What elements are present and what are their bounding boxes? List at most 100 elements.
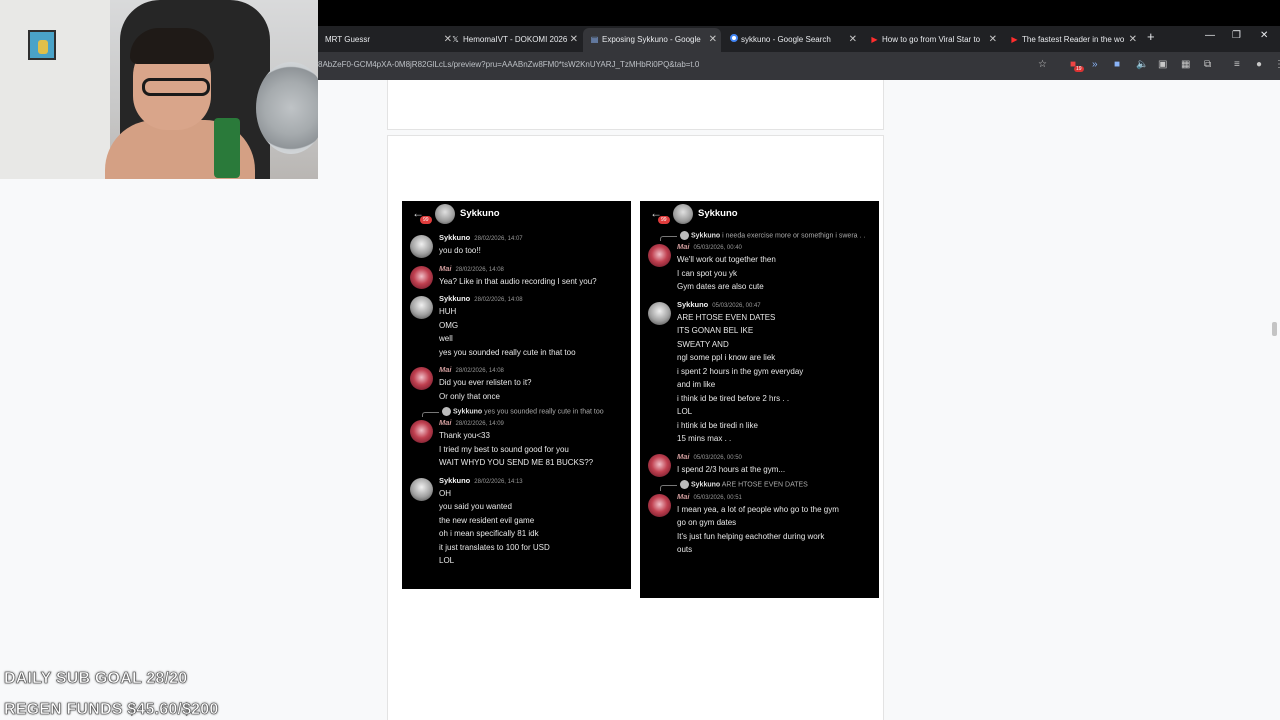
reply-username: Sykkuno bbox=[453, 408, 483, 416]
avatar bbox=[673, 204, 693, 224]
username: Mai bbox=[677, 451, 690, 461]
reply-username: Sykkuno bbox=[691, 232, 721, 240]
docs-icon: ▤ bbox=[590, 35, 599, 44]
tab-exposing-sykkuno[interactable]: ▤ Exposing Sykkuno - Google ✕ bbox=[583, 28, 721, 52]
timestamp: 05/03/2026, 00:51 bbox=[693, 494, 742, 501]
avatar bbox=[410, 420, 433, 444]
message-line: LOL bbox=[439, 556, 455, 566]
message-line: OH bbox=[439, 488, 451, 498]
close-icon[interactable]: ✕ bbox=[849, 28, 857, 52]
message-line: ARE HTOSE EVEN DATES bbox=[677, 312, 776, 322]
username: Sykkuno bbox=[439, 233, 471, 242]
timestamp: 05/03/2026, 00:40 bbox=[693, 245, 742, 252]
extension-icon[interactable]: ▦ bbox=[1181, 59, 1190, 70]
avatar bbox=[410, 367, 433, 390]
extension-icon[interactable]: ▣ bbox=[1158, 59, 1167, 70]
message-line: It's just fun helping eachother during w… bbox=[677, 531, 825, 541]
new-tab-button[interactable]: + bbox=[1147, 29, 1155, 44]
message-list: Sykkuno i needa exercise more or somethi… bbox=[640, 231, 879, 557]
youtube-icon: ▶ bbox=[871, 35, 878, 44]
chat-message: Sykkuno 28/02/2026, 14:08 HUH OMG well yes yo… bbox=[402, 294, 631, 359]
url-text[interactable]: 8AbZeF0-GCM4pXA-0M8jR82GlLcLs/preview?pr… bbox=[318, 60, 699, 69]
tab-label: MRT Guessr bbox=[325, 35, 371, 44]
tab-hemomaivt[interactable]: 𝕏 HemomaIVT - DOKOMI 2026 ✕ bbox=[444, 28, 582, 52]
message-line: it just translates to 100 for USD bbox=[439, 542, 550, 552]
message-line: well bbox=[439, 334, 453, 343]
address-bar[interactable]: 8AbZeF0-GCM4pXA-0M8jR82GlLcLs/preview?pr… bbox=[318, 52, 1280, 80]
close-icon[interactable]: ✕ bbox=[570, 28, 578, 52]
username: Mai bbox=[677, 242, 690, 252]
message-meta: Sykkuno 05/03/2026, 00:47 bbox=[677, 300, 879, 311]
message-meta: Mai 05/03/2026, 00:50 bbox=[677, 452, 879, 463]
message-line: oh i mean specifically 81 idk bbox=[439, 529, 539, 539]
google-icon bbox=[730, 34, 738, 42]
avatar bbox=[648, 244, 671, 268]
close-icon[interactable]: ✕ bbox=[1129, 28, 1137, 52]
tab-label: HemomaIVT - DOKOMI 2026 bbox=[463, 35, 568, 44]
message-line: i think id be tired before 2 hrs . . bbox=[677, 393, 790, 403]
avatar bbox=[410, 235, 433, 258]
cam-wall bbox=[0, 0, 110, 179]
message-line: Gym dates are also cute bbox=[677, 282, 764, 292]
chat-header: ← 99 Sykkuno bbox=[402, 201, 631, 227]
reply-preview: Sykkuno ARE HTOSE EVEN DATES bbox=[640, 480, 879, 491]
extension-icon[interactable]: ■ bbox=[1114, 59, 1120, 70]
message-line: OMG bbox=[439, 320, 459, 330]
close-icon[interactable]: ✕ bbox=[709, 28, 717, 52]
message-line: I tried my best to sound good for you bbox=[439, 444, 569, 454]
message-line: LOL bbox=[677, 407, 693, 417]
username: Sykkuno bbox=[677, 299, 709, 309]
glasses bbox=[142, 78, 210, 96]
avatar bbox=[435, 204, 455, 224]
wall-poster bbox=[28, 30, 56, 60]
media-icon[interactable]: ≡ bbox=[1234, 59, 1240, 70]
message-meta: Sykkuno 28/02/2026, 14:07 bbox=[439, 233, 631, 244]
volume-icon[interactable]: 🔈 bbox=[1136, 59, 1148, 70]
reply-username: Sykkuno bbox=[691, 481, 721, 489]
timestamp: 28/02/2026, 14:07 bbox=[474, 236, 523, 242]
chat-title: Sykkuno bbox=[460, 208, 500, 219]
message-meta: Mai 05/03/2026, 00:51 bbox=[677, 492, 879, 503]
puzzle-icon[interactable]: ⧉ bbox=[1204, 59, 1211, 70]
reply-avatar bbox=[680, 480, 689, 490]
minimize-button[interactable]: — bbox=[1205, 30, 1215, 41]
reply-preview: Sykkuno i needa exercise more or somethi… bbox=[640, 231, 879, 242]
close-icon[interactable]: ✕ bbox=[989, 28, 997, 52]
extension-icon[interactable]: » bbox=[1092, 59, 1098, 70]
drink-can bbox=[214, 118, 240, 178]
tab-sykkuno-search[interactable]: sykkuno - Google Search ✕ bbox=[723, 28, 861, 52]
desk-fan bbox=[256, 62, 318, 154]
message-line: outs bbox=[677, 545, 693, 555]
message-line: you said you wanted bbox=[439, 502, 512, 512]
message-line: you do too!! bbox=[439, 246, 481, 255]
sub-goal-overlay: DAILY SUB GOAL 28/20 bbox=[4, 670, 188, 688]
message-meta: Mai 28/02/2026, 14:09 bbox=[439, 418, 631, 429]
tab-viral-star[interactable]: ▶ How to go from Viral Star to ✕ bbox=[863, 28, 1001, 52]
restore-button[interactable]: ❐ bbox=[1232, 30, 1241, 41]
menu-icon[interactable]: ⋮ bbox=[1274, 59, 1280, 70]
chat-message: Sykkuno 28/02/2026, 14:07 you do too!! bbox=[402, 233, 631, 258]
youtube-icon: ▶ bbox=[1011, 35, 1018, 44]
avatar bbox=[410, 265, 433, 289]
message-line: yes you sounded really cute in that too bbox=[439, 347, 576, 357]
timestamp: 28/02/2026, 14:08 bbox=[455, 368, 504, 374]
tab-mrt-guessr[interactable]: MRT Guessr ✕ bbox=[318, 28, 456, 52]
reply-text: yes you sounded really cute in that too bbox=[484, 408, 604, 416]
unread-badge: 99 bbox=[420, 216, 432, 224]
message-meta: Mai 05/03/2026, 00:40 bbox=[677, 242, 879, 253]
tab-fastest-reader[interactable]: ▶ The fastest Reader in the wo ✕ bbox=[1003, 28, 1141, 52]
message-line: 15 mins max . . bbox=[677, 434, 732, 444]
bookmark-star-icon[interactable]: ☆ bbox=[1038, 59, 1047, 70]
avatar bbox=[410, 477, 433, 501]
message-line: I can spot you yk bbox=[677, 268, 738, 278]
tab-bar: MRT Guessr ✕ 𝕏 HemomaIVT - DOKOMI 2026 ✕ … bbox=[318, 26, 1280, 52]
close-window-button[interactable]: ✕ bbox=[1260, 30, 1268, 41]
reply-avatar bbox=[442, 407, 451, 416]
unread-badge: 99 bbox=[658, 216, 670, 224]
profile-icon[interactable]: ● bbox=[1256, 59, 1262, 70]
timestamp: 28/02/2026, 14:08 bbox=[455, 266, 504, 273]
scrollbar-thumb[interactable] bbox=[1272, 322, 1277, 336]
chat-message: Mai 05/03/2026, 00:40 We'll work out toget… bbox=[640, 242, 879, 294]
reply-preview: Sykkuno yes you sounded really cute in t… bbox=[402, 407, 631, 418]
timestamp: 28/02/2026, 14:08 bbox=[474, 297, 523, 303]
